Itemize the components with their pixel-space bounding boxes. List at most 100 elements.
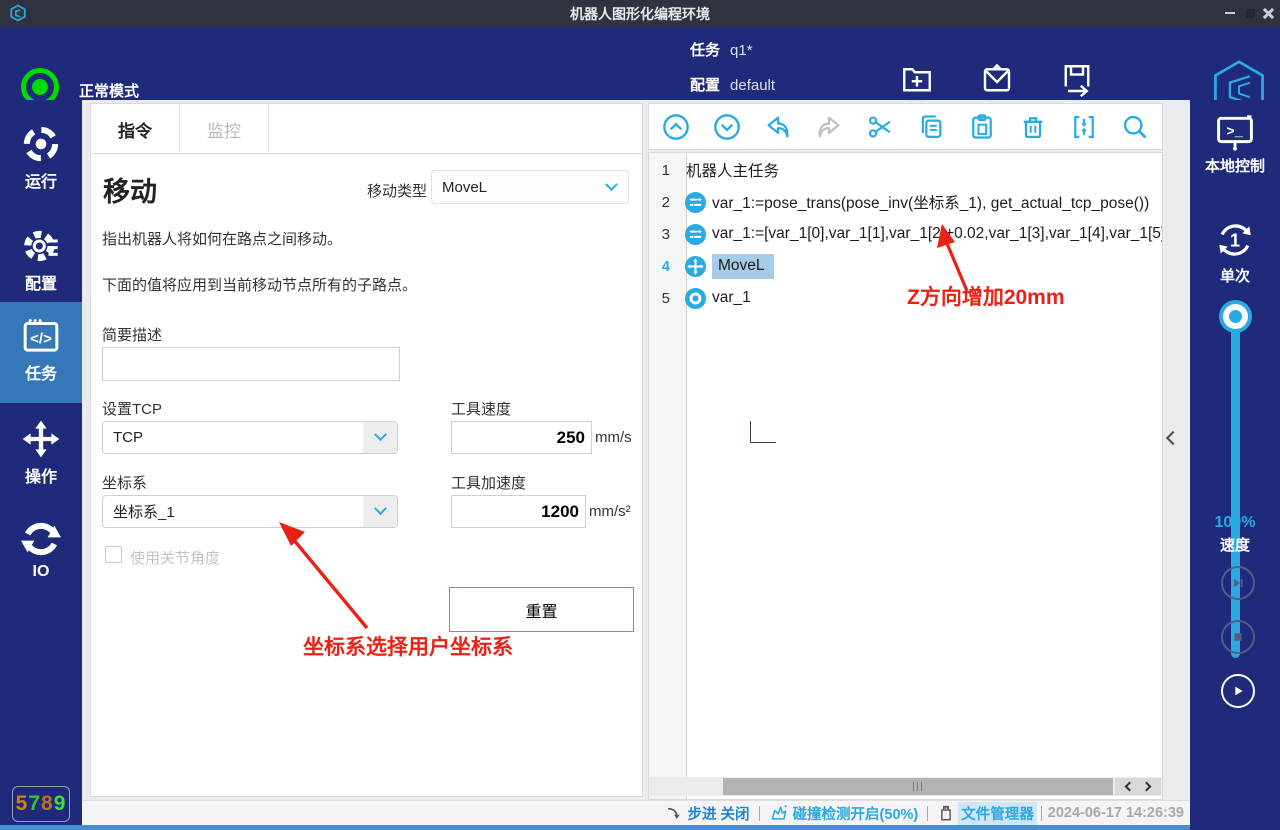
new-folder-icon <box>899 61 935 97</box>
undo-button[interactable] <box>763 112 793 142</box>
task-code-window-icon: </> <box>20 316 62 356</box>
tree-row-assign-2[interactable]: 3 var_1:=[var_1[0],var_1[1],var_1[2]+0.0… <box>649 219 1163 249</box>
tool-speed-label: 工具速度 <box>451 398 511 419</box>
variable-icon <box>684 191 707 214</box>
collision-detection-status[interactable]: 碰撞检测开启(50%) <box>769 803 919 824</box>
sidebar-item-io[interactable]: IO <box>0 505 82 605</box>
run-target-icon <box>21 124 61 164</box>
reset-button[interactable]: 重置 <box>449 587 634 632</box>
tcp-dropdown[interactable]: TCP <box>102 421 398 454</box>
sidebar-item-run[interactable]: 运行 <box>0 110 82 210</box>
window-titlebar: 机器人图形化编程环境 <box>0 0 1280 27</box>
brief-description-input[interactable] <box>102 347 400 381</box>
use-joint-angle-checkbox[interactable] <box>105 546 122 563</box>
close-button[interactable] <box>1259 4 1277 22</box>
movel-icon <box>684 255 707 278</box>
tree-toolbar <box>648 103 1163 150</box>
sidebar-item-label: 配置 <box>0 270 82 294</box>
local-control[interactable]: >_ 本地控制 <box>1190 114 1280 176</box>
z-annotation-text: Z方向增加20mm <box>907 281 1065 311</box>
skip-next-button[interactable] <box>1221 566 1255 600</box>
variable-icon <box>684 223 707 246</box>
task-value: q1* <box>730 42 753 59</box>
sidebar-item-label: IO <box>0 563 82 581</box>
io-swap-icon <box>21 519 61 559</box>
scroll-right-icon[interactable] <box>1142 782 1152 792</box>
sidebar-item-label: 运行 <box>0 168 82 192</box>
local-control-label: 本地控制 <box>1190 155 1280 176</box>
tab-instruction[interactable]: 指令 <box>91 104 180 154</box>
tree-row-movel[interactable]: 4 MoveL <box>649 251 1163 281</box>
move-up-button[interactable] <box>661 112 691 142</box>
tool-accel-unit: mm/s² <box>589 503 631 520</box>
delete-button[interactable] <box>1018 112 1048 142</box>
badge-digit-1: 7 <box>28 792 41 816</box>
paste-button[interactable] <box>967 112 997 142</box>
speed-slider-handle[interactable] <box>1219 300 1252 333</box>
cut-button[interactable] <box>865 112 895 142</box>
brief-description-label: 简要描述 <box>102 324 162 345</box>
right-sidebar: >_ 本地控制 1 单次 100% 速度 <box>1190 100 1280 830</box>
tree-row-label-selected: MoveL <box>712 254 774 279</box>
play-button[interactable] <box>1221 674 1255 708</box>
redo-button[interactable] <box>814 112 844 142</box>
move-type-label: 移动类型 <box>367 180 427 201</box>
file-manager-status[interactable]: 文件管理器 <box>937 802 1037 825</box>
single-run-cycle-icon: 1 <box>1213 218 1257 262</box>
bottom-accent-line <box>0 825 1190 830</box>
sidebar-item-config[interactable]: 配置 <box>0 212 82 312</box>
play-icon <box>1230 683 1246 699</box>
minimize-button[interactable] <box>1221 4 1239 22</box>
waypoint-icon <box>684 287 707 310</box>
tree-row-main-task[interactable]: 1 机器人主任务 <box>649 155 1163 185</box>
sidebar-item-task[interactable]: </> 任务 <box>0 302 82 403</box>
open-file-icon <box>979 61 1015 97</box>
maximize-button[interactable] <box>1241 4 1259 22</box>
sidebar-item-label: 操作 <box>0 463 82 487</box>
tcp-label: 设置TCP <box>102 398 162 419</box>
mode-label: 正常模式 <box>79 80 139 101</box>
scrollbar-thumb[interactable] <box>723 778 1113 795</box>
tree-row-label: 机器人主任务 <box>686 159 779 181</box>
tree-row-waypoint[interactable]: 5 var_1 <box>649 283 1163 313</box>
usb-drive-icon <box>937 804 955 822</box>
panel-collapse-button[interactable] <box>1168 428 1184 450</box>
tool-accel-input[interactable]: 1200 <box>451 495 586 528</box>
use-joint-angle-label: 使用关节角度 <box>130 547 220 568</box>
tree-row-label: var_1 <box>712 289 751 307</box>
svg-text:</>: </> <box>30 331 52 348</box>
task-field: 任务 q1* <box>690 39 753 60</box>
speed-slider-track[interactable] <box>1231 316 1240 658</box>
tree-row-label: var_1:=pose_trans(pose_inv(坐标系_1), get_a… <box>712 191 1149 213</box>
badge-digit-0: 5 <box>16 792 29 816</box>
tree-row-assign-1[interactable]: 2 var_1:=pose_trans(pose_inv(坐标系_1), get… <box>649 187 1163 217</box>
scroll-left-icon[interactable] <box>1124 782 1134 792</box>
frame-label: 坐标系 <box>102 472 147 493</box>
badge-digit-2: 8 <box>41 792 54 816</box>
chevron-down-icon <box>374 428 387 441</box>
copy-button[interactable] <box>916 112 946 142</box>
tool-speed-input[interactable]: 250 <box>451 421 592 454</box>
task-label: 任务 <box>690 42 720 59</box>
description-line2: 下面的值将应用到当前移动节点所有的子路点。 <box>102 274 417 295</box>
sidebar-item-operate[interactable]: 操作 <box>0 405 82 505</box>
status-bar: 步进 关闭 碰撞检测开启(50%) 文件管理器 2024-06-17 14:26… <box>82 800 1190 825</box>
move-down-button[interactable] <box>712 112 742 142</box>
tcp-value: TCP <box>103 429 363 446</box>
description-line1: 指出机器人将如何在路点之间移动。 <box>102 228 342 249</box>
horizontal-scrollbar[interactable] <box>649 777 1162 796</box>
frame-annotation-text: 坐标系选择用户坐标系 <box>303 631 513 661</box>
single-run[interactable]: 1 单次 <box>1190 218 1280 286</box>
page-title: 移动 <box>103 170 157 209</box>
tab-monitor[interactable]: 监控 <box>180 104 269 154</box>
tree-connector-line <box>750 421 776 443</box>
window-title: 机器人图形化编程环境 <box>0 4 1280 24</box>
step-mode-status[interactable]: 步进 关闭 <box>665 803 750 824</box>
move-type-dropdown[interactable]: MoveL <box>431 170 629 204</box>
stop-icon <box>1230 629 1246 645</box>
step-arrow-icon <box>665 804 684 823</box>
stop-button[interactable] <box>1221 620 1255 654</box>
search-button[interactable] <box>1120 112 1150 142</box>
gear-icon <box>21 226 61 266</box>
replace-button[interactable] <box>1069 112 1099 142</box>
